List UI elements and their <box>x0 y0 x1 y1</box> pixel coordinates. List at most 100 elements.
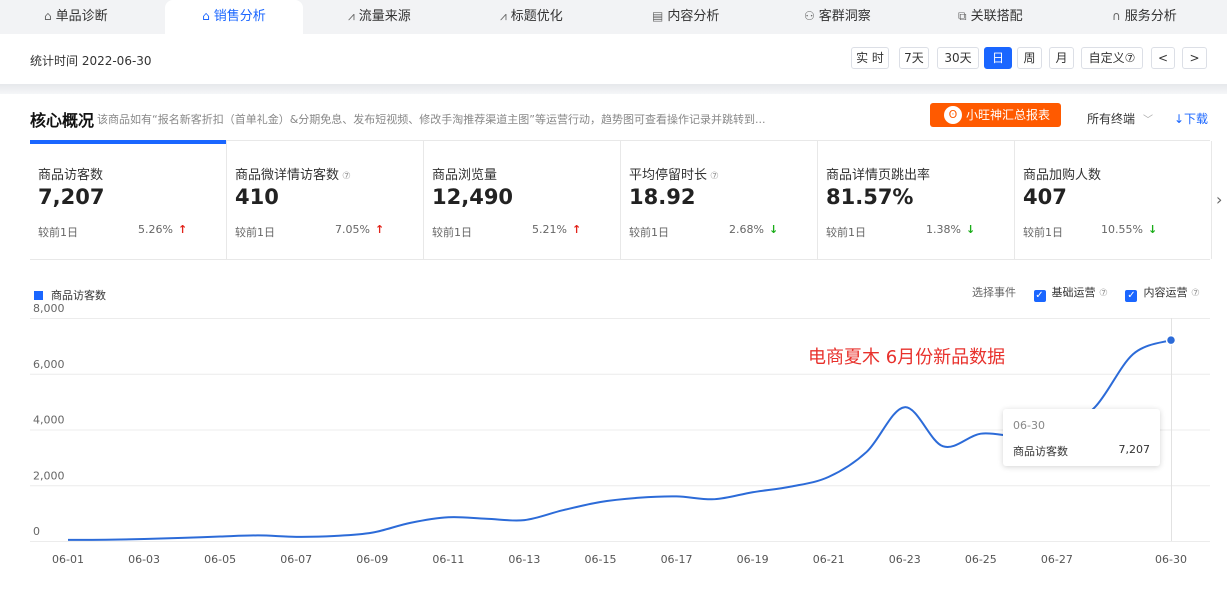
tooltip-series-name: 商品访客数 <box>1013 445 1068 458</box>
tab-label: 客群洞察 <box>818 9 871 24</box>
stat-time: 统计时间 2022-06-30 <box>30 54 152 68</box>
help-icon: ⑦ <box>1099 288 1108 299</box>
metric-value: 410 <box>235 185 279 209</box>
metric-label: 平均停留时长 ⑦ <box>629 164 719 183</box>
range-button-7[interactable]: < <box>1151 47 1175 69</box>
metric-value: 12,490 <box>432 185 514 209</box>
terminal-select[interactable]: 所有终端 ﹀ <box>1087 110 1153 127</box>
chevron-right-icon[interactable]: › <box>1216 190 1222 209</box>
core-overview-title: 核心概况 <box>30 111 95 130</box>
headset-icon: ∩ <box>1112 9 1121 23</box>
tab-label: 销售分析 <box>213 9 266 24</box>
legend-swatch <box>34 291 43 300</box>
metric-change-value: 10.55% <box>1101 223 1143 236</box>
x-tick-label: 06-09 <box>356 553 388 566</box>
range-button-5[interactable]: 月 <box>1049 47 1074 69</box>
arrow-up-icon: ↑ <box>571 223 582 236</box>
metric-compare-label: 较前1日 <box>826 226 866 239</box>
arrow-down-icon: ↓ <box>1147 223 1158 236</box>
y-tick-label: 0 <box>33 525 40 538</box>
metric-card[interactable]: 商品微详情访客数 ⑦ 410 较前1日 7.05% ↑ <box>227 141 424 259</box>
line-chart-icon: ⩘ <box>500 9 507 23</box>
metric-change-value: 7.05% <box>335 223 370 236</box>
event-content-checkbox[interactable]: ✓ 内容运营 ⑦ <box>1125 286 1200 302</box>
date-toolbar: 统计时间 2022-06-30 实 时 7天 30天日周月自定义⑦ < > <box>0 34 1227 84</box>
range-button-6[interactable]: 自定义⑦ <box>1081 47 1143 69</box>
range-button-1[interactable]: 7天 <box>899 47 929 69</box>
metric-change-value: 5.26% <box>138 223 173 236</box>
y-tick-label: 8,000 <box>33 302 65 315</box>
tab-6[interactable]: ⧉ 关联搭配 <box>958 0 1023 34</box>
chart-tooltip: 06-30 商品访客数 7,207 <box>1003 409 1160 466</box>
metric-label-text: 商品访客数 <box>38 168 104 183</box>
event-content-label: 内容运营 <box>1143 286 1188 299</box>
x-tick-label: 06-15 <box>584 553 616 566</box>
tab-0[interactable]: ⌂ 单品诊断 <box>44 0 108 34</box>
range-button-4[interactable]: 周 <box>1017 47 1042 69</box>
line-chart-icon: ⩘ <box>348 9 355 23</box>
checkbox-checked-icon: ✓ <box>1033 290 1046 302</box>
metric-card[interactable]: 商品加购人数 407 较前1日 10.55% ↓ <box>1015 141 1212 259</box>
chart-legend: 商品访客数 <box>34 287 106 303</box>
metric-change: 10.55% ↓ <box>1101 223 1157 236</box>
tab-2[interactable]: ⩘ 流量来源 <box>348 0 411 34</box>
tab-1[interactable]: ⌂ 销售分析 <box>165 0 303 34</box>
tab-7[interactable]: ∩ 服务分析 <box>1112 0 1177 34</box>
help-icon[interactable]: ⑦ <box>710 171 719 182</box>
range-button-8[interactable]: > <box>1182 47 1207 69</box>
x-tick-label: 06-11 <box>432 553 464 566</box>
download-link[interactable]: ↓下载 <box>1174 110 1208 127</box>
range-button-0[interactable]: 实 时 <box>851 47 889 69</box>
help-icon[interactable]: ⑦ <box>342 171 351 182</box>
tab-5[interactable]: ⚇ 客群洞察 <box>804 0 871 34</box>
metric-label: 商品微详情访客数 ⑦ <box>235 164 351 183</box>
tab-label: 服务分析 <box>1124 9 1177 24</box>
metric-label-text: 商品加购人数 <box>1023 168 1102 183</box>
tooltip-date: 06-30 <box>1013 419 1045 432</box>
summary-report-button[interactable]: ʘ 小旺神汇总报表 <box>930 103 1061 127</box>
select-event-label: 选择事件 <box>972 286 1016 299</box>
core-overview-header: 核心概况 该商品如有“报名新客折扣（首单礼金）&分期免息、发布短视频、修改手淘推… <box>0 94 1227 140</box>
metric-label-text: 商品详情页跳出率 <box>826 168 931 183</box>
core-overview-description: 该商品如有“报名新客折扣（首单礼金）&分期免息、发布短视频、修改手淘推荐渠道主图… <box>97 113 766 126</box>
metric-label-text: 商品浏览量 <box>432 168 498 183</box>
metric-card[interactable]: 平均停留时长 ⑦ 18.92 较前1日 2.68% ↓ <box>621 141 818 259</box>
bag-icon: ⌂ <box>44 9 52 23</box>
chevron-down-icon: ﹀ <box>1143 115 1154 126</box>
watermark-annotation: 电商夏木 6月份新品数据 <box>808 347 1006 368</box>
tab-3[interactable]: ⩘ 标题优化 <box>500 0 563 34</box>
arrow-up-icon: ↑ <box>177 223 188 236</box>
metric-card[interactable]: 商品访客数 7,207 较前1日 5.26% ↑ <box>30 140 227 259</box>
x-tick-label: 06-03 <box>128 553 160 566</box>
metric-cards: 商品访客数 7,207 较前1日 5.26% ↑ 商品微详情访客数 ⑦ 410 较前1日 7.05… <box>30 140 1212 260</box>
event-selector: 选择事件 ✓ 基础运营 ⑦ ✓ 内容运营 ⑦ <box>972 284 1200 302</box>
x-tick-label: 06-25 <box>965 553 997 566</box>
arrow-down-icon: ↓ <box>768 223 779 236</box>
metric-card[interactable]: 商品浏览量 12,490 较前1日 5.21% ↑ <box>424 141 621 259</box>
range-button-2[interactable]: 30天 <box>937 47 979 69</box>
x-tick-label: 06-19 <box>737 553 769 566</box>
metric-card[interactable]: 商品详情页跳出率 81.57% 较前1日 1.38% ↓ <box>818 141 1015 259</box>
x-tick-label: 06-01 <box>52 553 84 566</box>
metric-change: 5.21% ↑ <box>532 223 581 236</box>
metric-label-text: 商品微详情访客数 <box>235 168 340 183</box>
metric-compare-label: 较前1日 <box>432 226 472 239</box>
arrow-down-icon: ↓ <box>965 223 976 236</box>
tab-label: 标题优化 <box>510 9 563 24</box>
x-tick-label: 06-27 <box>1041 553 1073 566</box>
checkbox-checked-icon: ✓ <box>1125 290 1138 302</box>
event-basic-checkbox[interactable]: ✓ 基础运营 ⑦ <box>1033 286 1108 302</box>
tab-label: 关联搭配 <box>970 9 1023 24</box>
metric-label: 商品访客数 <box>38 164 103 183</box>
x-tick-label: 06-07 <box>280 553 312 566</box>
metric-label: 商品详情页跳出率 <box>826 164 930 183</box>
metric-value: 7,207 <box>38 185 105 209</box>
tab-4[interactable]: ▤ 内容分析 <box>652 0 719 34</box>
x-tick-label: 06-05 <box>204 553 236 566</box>
tab-label: 单品诊断 <box>55 9 108 24</box>
range-button-3[interactable]: 日 <box>984 47 1012 69</box>
x-tick-label: 06-21 <box>813 553 845 566</box>
y-tick-label: 4,000 <box>33 414 65 427</box>
tab-label: 流量来源 <box>358 9 411 24</box>
metric-label: 商品浏览量 <box>432 164 497 183</box>
